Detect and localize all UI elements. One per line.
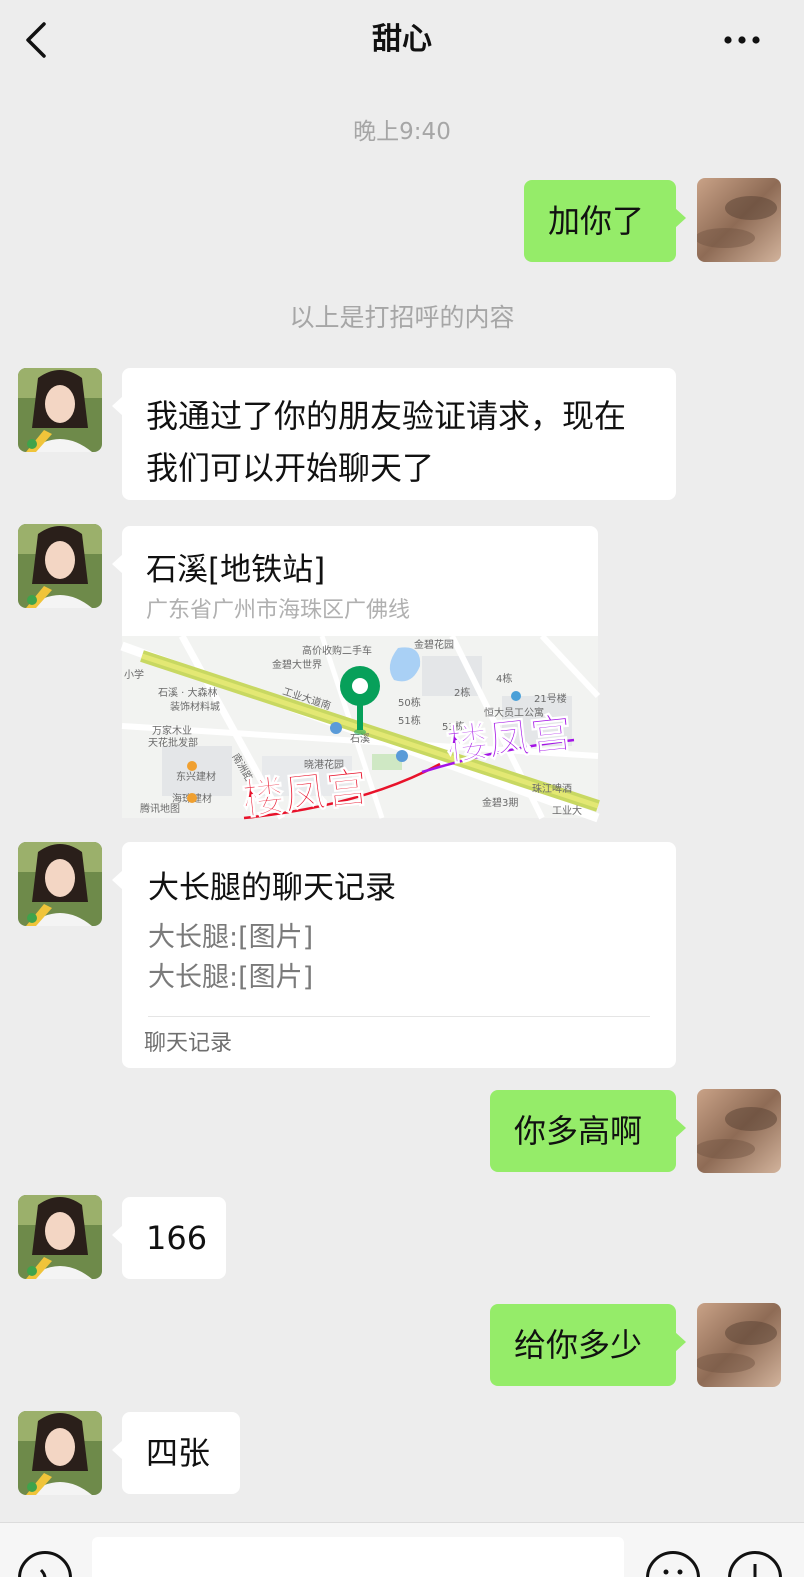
message-text: 给你多少 [514, 1326, 643, 1364]
contact-avatar[interactable] [18, 842, 102, 926]
my-message-bubble[interactable]: 给你多少 [490, 1304, 686, 1386]
map-label: 天花批发部 [148, 736, 198, 749]
map-label: 4栋 [496, 672, 512, 685]
contact-avatar[interactable] [18, 1411, 102, 1495]
chat-header: 甜心 [0, 0, 804, 80]
message-text: 166 [146, 1219, 208, 1257]
my-message-bubble[interactable]: 加你了 [524, 180, 686, 262]
greeting-notice: 以上是打招呼的内容 [289, 303, 515, 332]
map-label: 2栋 [454, 686, 470, 699]
contact-message-bubble[interactable]: 166 [112, 1197, 226, 1279]
chat-record-title: 大长腿的聊天记录 [148, 870, 396, 906]
contact-avatar[interactable] [18, 524, 102, 608]
emoji-icon [663, 1569, 683, 1575]
chat-title: 甜心 [372, 22, 432, 57]
more-dots-icon [724, 36, 760, 44]
location-map[interactable]: 高价收购二手车 金碧花园 金碧大世界 石溪 · 大森林 装饰材料城 工业大道南 … [120, 633, 601, 824]
my-message-bubble[interactable]: 你多高啊 [490, 1090, 686, 1172]
more-button[interactable] [718, 18, 778, 62]
map-label: 东兴建材 [176, 770, 216, 783]
message-text: 你多高啊 [514, 1112, 643, 1150]
divider [148, 1016, 650, 1017]
map-label: 工业大 [552, 804, 582, 817]
my-avatar[interactable] [697, 1089, 781, 1173]
map-label: 50栋 [398, 696, 421, 709]
chat-record-line: 大长腿:[图片] [148, 962, 314, 993]
plus-button[interactable] [728, 1551, 782, 1577]
my-avatar-image [697, 1089, 781, 1173]
chat-record-line: 大长腿:[图片] [148, 922, 314, 953]
map-label: 石溪 · 大森林 [158, 686, 218, 699]
contact-avatar[interactable] [18, 368, 102, 452]
message-text-line-2: 我们可以开始聊天了 [146, 449, 435, 487]
map-label: 金碧花园 [414, 638, 454, 651]
contact-avatar-image [18, 524, 102, 608]
map-label: 金碧大世界 [272, 658, 322, 671]
contact-avatar-image [18, 1195, 102, 1279]
message-input[interactable] [92, 1537, 624, 1577]
contact-avatar-image [18, 368, 102, 452]
map-label: 金碧3期 [482, 796, 518, 809]
location-name: 石溪[地铁站] [146, 552, 326, 588]
my-avatar[interactable] [697, 178, 781, 262]
map-label: 装饰材料城 [170, 700, 220, 713]
input-bar [0, 1522, 804, 1577]
contact-avatar[interactable] [18, 1195, 102, 1279]
message-timestamp: 晚上9:40 [353, 119, 451, 145]
plus-icon [753, 1564, 757, 1577]
contact-avatar-image [18, 1411, 102, 1495]
contact-avatar-image [18, 842, 102, 926]
message-text-line-1: 我通过了你的朋友验证请求，现在 [146, 397, 627, 435]
message-text: 四张 [146, 1434, 211, 1472]
map-label: 珠江啤酒 [532, 782, 572, 795]
map-label: 小学 [124, 668, 144, 681]
chat-record-card[interactable]: 大长腿的聊天记录 大长腿:[图片] 大长腿:[图片] 聊天记录 [112, 842, 676, 1068]
map-label: 21号楼 [534, 692, 567, 705]
location-card[interactable]: 石溪[地铁站] 广东省广州市海珠区广佛线 高价收购二手车 金碧花园 金碧大世界 … [112, 526, 601, 824]
location-address: 广东省广州市海珠区广佛线 [146, 598, 411, 623]
map-label: 高价收购二手车 [302, 644, 372, 657]
my-avatar[interactable] [697, 1303, 781, 1387]
contact-message-bubble[interactable]: 我通过了你的朋友验证请求，现在 我们可以开始聊天了 [112, 368, 676, 500]
contact-message-bubble[interactable]: 四张 [112, 1412, 240, 1494]
chat-record-footer: 聊天记录 [144, 1031, 233, 1056]
voice-icon [39, 1568, 47, 1577]
voice-button[interactable] [18, 1551, 72, 1577]
my-avatar-image [697, 178, 781, 262]
message-text: 加你了 [548, 202, 645, 240]
my-avatar-image [697, 1303, 781, 1387]
emoji-button[interactable] [646, 1551, 700, 1577]
map-label: 万家木业 [152, 724, 192, 737]
map-label: 51栋 [398, 714, 421, 727]
